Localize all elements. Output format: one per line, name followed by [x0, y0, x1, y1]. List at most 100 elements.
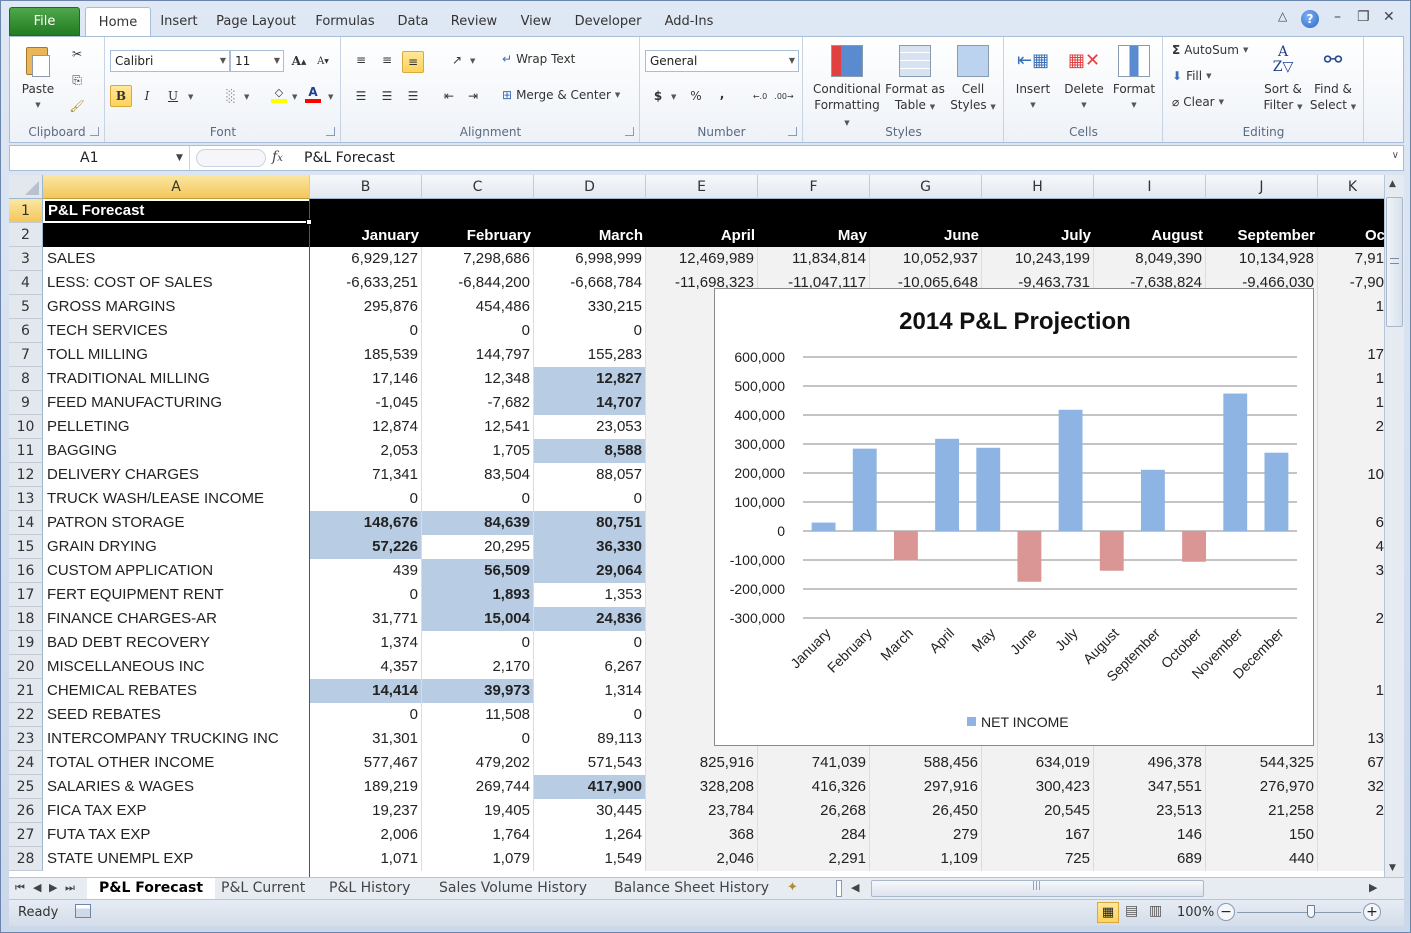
- format-as-table-button[interactable]: Format as Table ▼: [884, 45, 946, 115]
- cell-g3[interactable]: 10,052,937: [870, 247, 982, 271]
- cell-d5[interactable]: 330,215: [534, 295, 646, 319]
- cell-b3[interactable]: 6,929,127: [310, 247, 422, 271]
- cell-j28[interactable]: 440: [1206, 847, 1318, 871]
- cell-e27[interactable]: 368: [646, 823, 758, 847]
- cell-j3[interactable]: 10,134,928: [1206, 247, 1318, 271]
- row-header-26[interactable]: 26: [9, 799, 43, 823]
- tab-file[interactable]: File: [9, 7, 80, 36]
- cell-c23[interactable]: 0: [422, 727, 534, 751]
- row-header-7[interactable]: 7: [9, 343, 43, 367]
- tab-developer[interactable]: Developer: [568, 7, 648, 36]
- cell-d24[interactable]: 571,543: [534, 751, 646, 775]
- row-label[interactable]: SEED REBATES: [43, 703, 310, 727]
- row-label[interactable]: FINANCE CHARGES-AR: [43, 607, 310, 631]
- cell-d10[interactable]: 23,053: [534, 415, 646, 439]
- cell-b21[interactable]: 14,414: [310, 679, 422, 703]
- row-header-24[interactable]: 24: [9, 751, 43, 775]
- cell-k21[interactable]: 1: [1318, 679, 1384, 703]
- cell-c28[interactable]: 1,079: [422, 847, 534, 871]
- tab-view[interactable]: View: [512, 7, 560, 36]
- row-label[interactable]: FUTA TAX EXP: [43, 823, 310, 847]
- scroll-up-icon[interactable]: ▲: [1389, 179, 1396, 189]
- month-header-f[interactable]: May: [758, 223, 870, 247]
- row-header-8[interactable]: 8: [9, 367, 43, 391]
- sheet-tab-sales-volume-history[interactable]: Sales Volume History: [427, 878, 599, 899]
- cell-c27[interactable]: 1,764: [422, 823, 534, 847]
- cell-b14[interactable]: 148,676: [310, 511, 422, 535]
- page-break-view-icon[interactable]: ▥: [1149, 903, 1162, 919]
- cell-f3[interactable]: 11,834,814: [758, 247, 870, 271]
- cell-j25[interactable]: 276,970: [1206, 775, 1318, 799]
- cell-d26[interactable]: 30,445: [534, 799, 646, 823]
- cell-c18[interactable]: 15,004: [422, 607, 534, 631]
- cell-c22[interactable]: 11,508: [422, 703, 534, 727]
- cell-k15[interactable]: 4: [1318, 535, 1384, 559]
- month-header-i[interactable]: August: [1094, 223, 1206, 247]
- cell-d28[interactable]: 1,549: [534, 847, 646, 871]
- month-header-e[interactable]: April: [646, 223, 758, 247]
- row-header-18[interactable]: 18: [9, 607, 43, 631]
- row-label[interactable]: TECH SERVICES: [43, 319, 310, 343]
- cell-h25[interactable]: 300,423: [982, 775, 1094, 799]
- row-label[interactable]: TRADITIONAL MILLING: [43, 367, 310, 391]
- paste-button[interactable]: Paste ▼: [16, 45, 60, 113]
- cell-h24[interactable]: 634,019: [982, 751, 1094, 775]
- row-label[interactable]: CHEMICAL REBATES: [43, 679, 310, 703]
- cell-g27[interactable]: 279: [870, 823, 982, 847]
- cell-k5[interactable]: 1: [1318, 295, 1384, 319]
- row-header-4[interactable]: 4: [9, 271, 43, 295]
- row-header-11[interactable]: 11: [9, 439, 43, 463]
- macro-record-icon[interactable]: [75, 904, 91, 918]
- decrease-decimal-icon[interactable]: .00→: [773, 85, 795, 107]
- cell-c25[interactable]: 269,744: [422, 775, 534, 799]
- cell-k28[interactable]: [1318, 847, 1384, 871]
- cell-b24[interactable]: 577,467: [310, 751, 422, 775]
- underline-button[interactable]: U: [162, 85, 184, 107]
- clipboard-launcher-icon[interactable]: [90, 127, 99, 136]
- cell-e26[interactable]: 23,784: [646, 799, 758, 823]
- cell-k24[interactable]: 67: [1318, 751, 1384, 775]
- cell-c10[interactable]: 12,541: [422, 415, 534, 439]
- row-header-25[interactable]: 25: [9, 775, 43, 799]
- cell-k12[interactable]: 10: [1318, 463, 1384, 487]
- align-right-icon[interactable]: ☰: [402, 85, 424, 107]
- cell-c3[interactable]: 7,298,686: [422, 247, 534, 271]
- zoom-slider-track[interactable]: [1237, 912, 1361, 913]
- font-size-combo[interactable]: 11 ▼: [230, 50, 284, 72]
- cell-d15[interactable]: 36,330: [534, 535, 646, 559]
- cell-d6[interactable]: 0: [534, 319, 646, 343]
- merge-center-button[interactable]: ⊞ Merge & Center ▼: [502, 88, 620, 102]
- cell-k10[interactable]: 2: [1318, 415, 1384, 439]
- cell-c21[interactable]: 39,973: [422, 679, 534, 703]
- cell-k22[interactable]: [1318, 703, 1384, 727]
- cell-d16[interactable]: 29,064: [534, 559, 646, 583]
- month-header-j[interactable]: September: [1206, 223, 1318, 247]
- row-label[interactable]: DELIVERY CHARGES: [43, 463, 310, 487]
- row-header-23[interactable]: 23: [9, 727, 43, 751]
- cell-c24[interactable]: 479,202: [422, 751, 534, 775]
- cell-k27[interactable]: [1318, 823, 1384, 847]
- row-label[interactable]: BAGGING: [43, 439, 310, 463]
- expand-formula-bar-icon[interactable]: ∨: [1392, 150, 1399, 161]
- cell-d21[interactable]: 1,314: [534, 679, 646, 703]
- align-center-icon[interactable]: ☰: [376, 85, 398, 107]
- cell-k11[interactable]: [1318, 439, 1384, 463]
- cell-k25[interactable]: 32: [1318, 775, 1384, 799]
- row-header-3[interactable]: 3: [9, 247, 43, 271]
- column-header-i[interactable]: I: [1094, 175, 1206, 199]
- borders-icon[interactable]: ░: [220, 85, 242, 107]
- cell-i3[interactable]: 8,049,390: [1094, 247, 1206, 271]
- month-header-c[interactable]: February: [422, 223, 534, 247]
- cell-c14[interactable]: 84,639: [422, 511, 534, 535]
- conditional-formatting-button[interactable]: Conditional Formatting ▼: [810, 45, 884, 131]
- tab-formulas[interactable]: Formulas: [309, 7, 381, 36]
- tab-page-layout[interactable]: Page Layout: [212, 7, 300, 36]
- cell-c5[interactable]: 454,486: [422, 295, 534, 319]
- cell-e25[interactable]: 328,208: [646, 775, 758, 799]
- cell-b20[interactable]: 4,357: [310, 655, 422, 679]
- row-header-13[interactable]: 13: [9, 487, 43, 511]
- clear-button[interactable]: ⌀ Clear ▼: [1172, 95, 1224, 109]
- vertical-scrollbar[interactable]: ▲ ▼: [1384, 175, 1404, 877]
- row-label[interactable]: GROSS MARGINS: [43, 295, 310, 319]
- scroll-down-icon[interactable]: ▼: [1389, 863, 1396, 873]
